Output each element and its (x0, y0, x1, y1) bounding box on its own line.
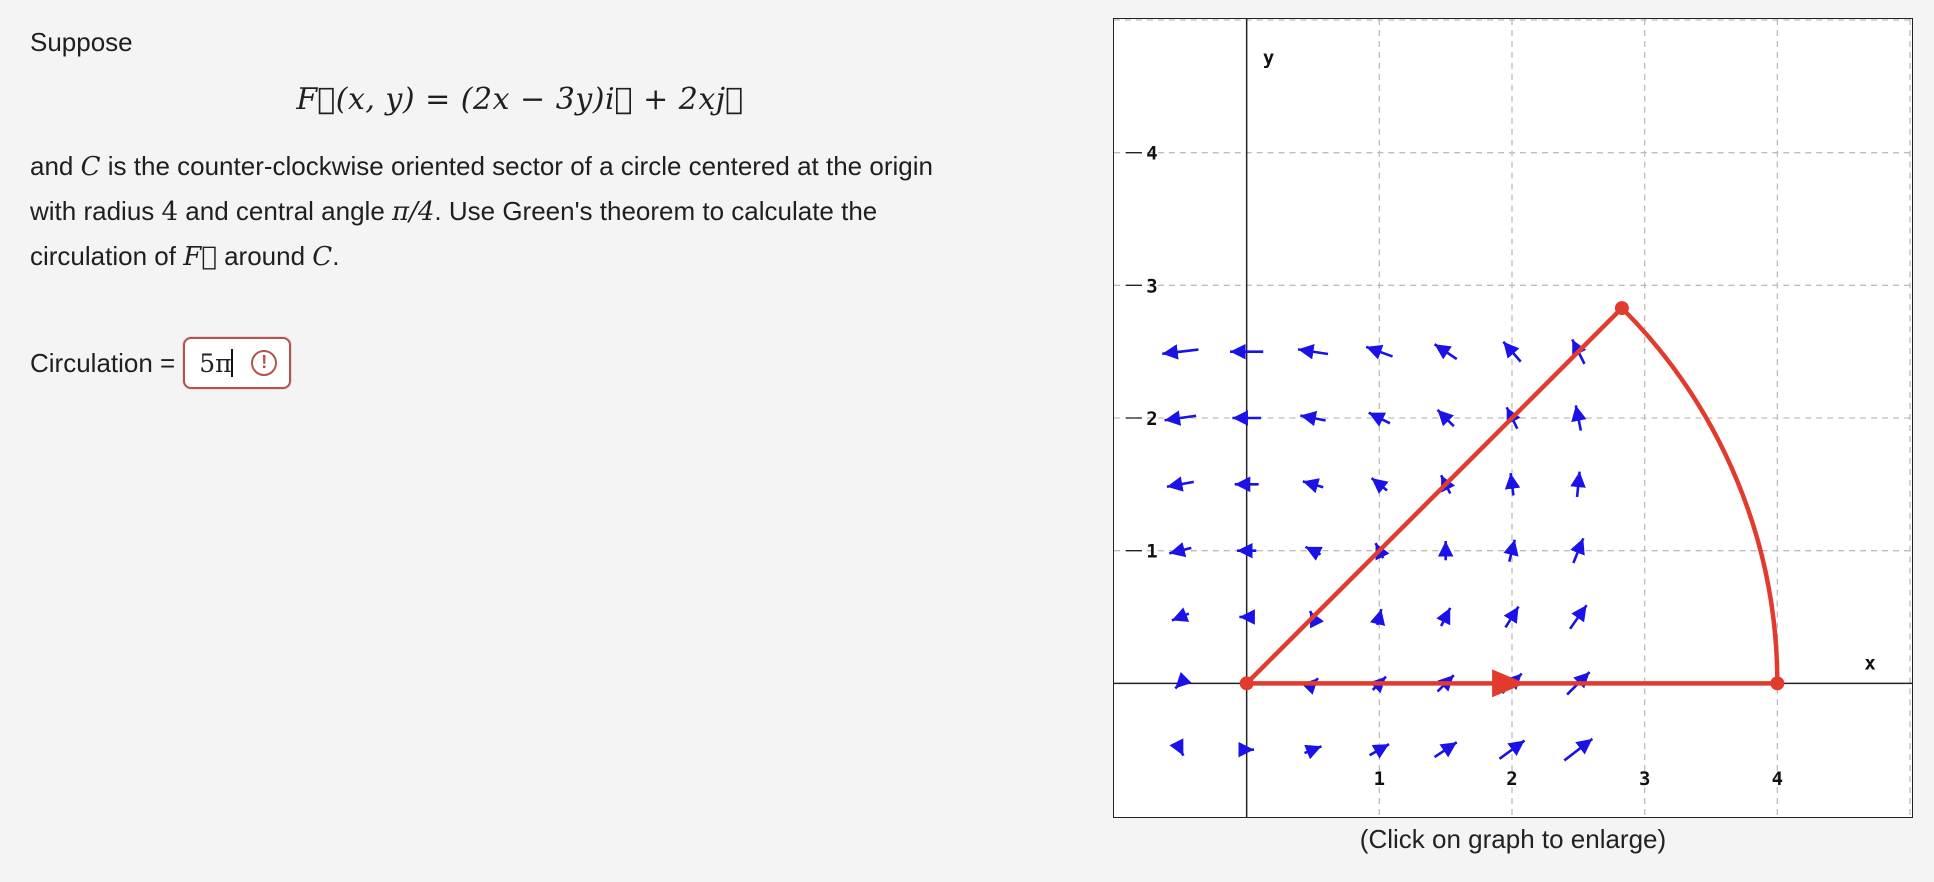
answer-field[interactable]: ! (183, 337, 292, 389)
problem-description: and C is the counter-clockwise oriented … (30, 144, 1070, 279)
angle-value: π/4 (392, 197, 435, 227)
y-axis-label: y (1263, 47, 1274, 69)
field-arrow (1162, 344, 1199, 360)
intro-text: Suppose (30, 27, 133, 57)
desc-line2-end: . Use Green's theorem to calculate the (434, 196, 878, 226)
field-arrow (1504, 473, 1521, 496)
graph-container: 1 2 3 4 1 2 3 4 y x (Click on graph to e… (1113, 18, 1913, 855)
field-var: F⃗ (183, 242, 217, 272)
x-tick-3: 3 (1639, 768, 1650, 790)
field-arrow (1297, 344, 1329, 360)
field-arrow (1436, 408, 1455, 428)
field-arrow (1502, 340, 1522, 363)
desc-and: and (30, 151, 74, 181)
desc-around-text: around (224, 241, 306, 271)
y-tick-3: 3 (1146, 275, 1157, 297)
field-arrow (1169, 738, 1185, 757)
field-arrow (1433, 741, 1458, 759)
field-arrow (1171, 607, 1190, 622)
answer-row: Circulation = ! (30, 337, 292, 389)
radius-value: 4 (161, 197, 179, 227)
x-tick-1: 1 (1374, 768, 1385, 790)
curve-var: C (80, 152, 101, 182)
x-tick-2: 2 (1506, 768, 1517, 790)
sector-vertex (1239, 676, 1254, 691)
y-tick-1: 1 (1146, 541, 1157, 563)
answer-label: Circulation = (30, 347, 176, 378)
sector-vertex (1614, 301, 1629, 316)
desc-period: . (332, 241, 340, 271)
desc-angle-text: and central angle (185, 196, 385, 226)
vector-field-graph[interactable]: 1 2 3 4 1 2 3 4 y x (1113, 18, 1913, 818)
y-tick-4: 4 (1146, 143, 1157, 165)
y-tick-2: 2 (1146, 408, 1157, 430)
field-arrow (1569, 604, 1588, 630)
x-axis-label: x (1864, 652, 1875, 674)
text-caret (231, 349, 234, 377)
field-arrow (1436, 607, 1452, 627)
field-arrow (1166, 476, 1194, 492)
problem-text: Suppose F⃗(x, y) = (2x − 3y)i⃗ + 2xj⃗ an… (30, 20, 1070, 279)
field-arrow (1302, 478, 1324, 494)
desc-line1: is the counter-clockwise oriented sector… (107, 151, 933, 181)
sector-diagonal-segment (1245, 306, 1624, 685)
vector-field-formula: F⃗(x, y) = (2x − 3y)i⃗ + 2xj⃗ (296, 82, 744, 117)
graph-caption[interactable]: (Click on graph to enlarge) (1113, 824, 1913, 855)
desc-circulation-text: circulation of (30, 241, 176, 271)
curve-var-2: C (312, 242, 333, 272)
field-arrow (1304, 744, 1322, 760)
circulation-input[interactable] (199, 348, 236, 378)
field-arrow (1570, 471, 1586, 498)
desc-radius-text: with radius (30, 196, 155, 226)
sector-vertex (1770, 676, 1785, 691)
alert-circle-icon[interactable]: ! (251, 350, 278, 376)
field-arrow (1563, 737, 1594, 762)
field-arrow (1433, 343, 1458, 361)
x-tick-4: 4 (1772, 768, 1783, 790)
field-arrow (1304, 545, 1323, 561)
